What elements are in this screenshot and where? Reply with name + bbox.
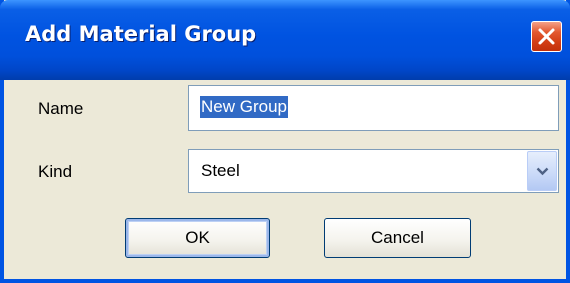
cancel-button[interactable]: Cancel bbox=[324, 218, 471, 258]
dropdown-button[interactable] bbox=[527, 151, 557, 191]
kind-selected-value: Steel bbox=[201, 161, 240, 180]
name-field[interactable]: New Group bbox=[188, 85, 559, 131]
kind-label: Kind bbox=[38, 162, 73, 181]
ok-button[interactable]: OK bbox=[125, 218, 270, 258]
dialog-title: Add Material Group bbox=[25, 22, 257, 46]
title-bar[interactable]: Add Material Group bbox=[0, 0, 570, 80]
close-button[interactable] bbox=[531, 21, 562, 52]
dialog-body: Name New Group Kind Steel OK Cancel bbox=[4, 80, 566, 279]
name-field-value[interactable]: New Group bbox=[200, 96, 288, 118]
add-material-group-dialog: Add Material Group Name New Group Kind S… bbox=[0, 0, 570, 283]
kind-dropdown[interactable]: Steel bbox=[188, 149, 559, 193]
name-label: Name bbox=[38, 99, 84, 118]
